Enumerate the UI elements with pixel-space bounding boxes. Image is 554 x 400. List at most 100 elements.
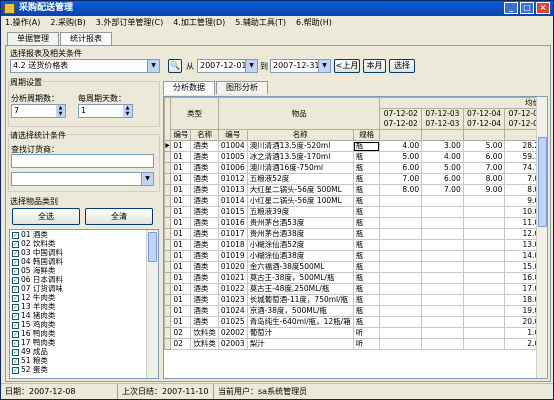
checkbox-checked-icon[interactable]: ✓ (12, 267, 19, 275)
table-cell[interactable]: 瓶 (352, 294, 381, 306)
table-cell[interactable]: 酒类 (190, 184, 219, 196)
table-cell[interactable]: 瓶 (352, 173, 381, 185)
table-row[interactable]: 01 酒类 01017 贵州茅台酒38度瓶 12.00 (164, 228, 547, 240)
table-cell[interactable]: 酒类 (190, 272, 219, 284)
table-cell[interactable]: 饮料类 (190, 327, 219, 339)
this-month-button[interactable]: 本月 (363, 59, 386, 73)
table-cell[interactable]: 梨汁 (246, 338, 354, 350)
spin-arrows-icon[interactable]: ▲ ▼ (123, 105, 132, 117)
table-cell[interactable]: 瓶 (352, 140, 381, 152)
table-cell[interactable]: 01 (170, 239, 192, 251)
table-cell[interactable]: 6.00 (421, 173, 464, 185)
chevron-down-icon[interactable]: ▼ (245, 60, 257, 72)
table-cell[interactable] (421, 294, 464, 306)
table-cell[interactable] (379, 294, 423, 306)
table-cell[interactable]: 澳川清酒13.5度-520ml (246, 140, 354, 152)
table-cell[interactable]: 长城葡萄酒-11度，750ml/瓶 (246, 294, 354, 306)
table-cell[interactable]: 01023 (217, 294, 248, 306)
table-cell[interactable] (462, 327, 506, 339)
table-cell[interactable]: 饮料类 (190, 338, 219, 350)
table-cell[interactable]: 01012 (217, 173, 248, 185)
table-row[interactable]: 01 酒类 01022 莫古王-48度,250ML/瓶瓶 17.00 (164, 283, 547, 295)
table-cell[interactable]: 01014 (217, 195, 248, 207)
table-cell[interactable] (421, 217, 464, 229)
table-cell[interactable]: 7.00 (379, 173, 423, 185)
menu-tools[interactable]: 5.辅助工具(T) (235, 16, 286, 30)
grid-scrollbar[interactable] (536, 97, 547, 378)
spin-arrows-icon[interactable]: ▲ ▼ (56, 105, 65, 117)
table-cell[interactable]: 01 (170, 272, 192, 284)
category-item[interactable]: ✓ 15 鸡肉类 (10, 320, 158, 329)
table-row[interactable]: 01酒类01014小红星二锅头-56度 100ML瓶9.00 (164, 195, 547, 207)
table-cell[interactable] (379, 217, 423, 229)
table-cell[interactable]: 01013 (217, 184, 248, 196)
table-cell[interactable]: 瓶 (352, 261, 381, 273)
checkbox-checked-icon[interactable]: ✓ (12, 276, 19, 284)
checkbox-checked-icon[interactable]: ✓ (12, 240, 19, 248)
table-cell[interactable] (421, 228, 464, 240)
table-cell[interactable]: 4.00 (421, 151, 464, 163)
table-cell[interactable]: 小糊涂仙酒38度 (246, 250, 354, 262)
close-button[interactable]: × (536, 2, 550, 14)
table-cell[interactable]: 青岛纯生-640ml/瓶，12瓶/箱 (246, 316, 354, 328)
table-cell[interactable]: 酒类 (190, 294, 219, 306)
category-item[interactable]: ✓ 16 鸭肉类 (10, 329, 158, 338)
title-bar[interactable]: 采购配送管理 _ □ × (1, 1, 553, 16)
preview-button[interactable]: 🔍 (168, 59, 182, 73)
table-cell[interactable]: 02 (170, 327, 192, 339)
table-row[interactable]: 01 酒类 01025 青岛纯生-640ml/瓶，12瓶/箱瓶 20.00 (164, 316, 547, 328)
menu-purchase[interactable]: 2.采购(B) (50, 16, 85, 30)
table-row[interactable]: 01 酒类 01021 莫古王-38度，500ML/瓶瓶 16.00 (164, 272, 547, 284)
table-cell[interactable] (421, 305, 464, 317)
table-cell[interactable]: 01 (170, 151, 192, 163)
table-cell[interactable] (421, 250, 464, 262)
category-item[interactable]: ✓ 01 酒类 (10, 230, 158, 239)
table-cell[interactable] (462, 250, 506, 262)
table-row[interactable]: 01 酒类 01006 澳川清酒16度-750ml 瓶 6.00 5.00 7.00 74.78 (164, 162, 547, 174)
category-item[interactable]: ✓ 49 成品 (10, 347, 158, 356)
table-cell[interactable] (462, 217, 506, 229)
table-cell[interactable]: 01020 (217, 261, 248, 273)
table-cell[interactable]: 01 (170, 261, 192, 273)
table-cell[interactable] (379, 283, 423, 295)
table-cell[interactable]: 京酒-38度，500ML/瓶 (246, 305, 354, 317)
table-cell[interactable]: 01 (170, 228, 192, 240)
table-cell[interactable]: 5.00 (421, 162, 464, 174)
checkbox-checked-icon[interactable]: ✓ (12, 303, 19, 311)
table-cell[interactable] (379, 338, 423, 350)
table-cell[interactable]: 酒类 (190, 206, 219, 218)
table-cell[interactable]: 01018 (217, 239, 248, 251)
table-row[interactable]: 01酒类01012五粮液52度瓶7.006.008.007.00 (164, 173, 547, 185)
table-cell[interactable]: 01021 (217, 272, 248, 284)
table-cell[interactable] (421, 272, 464, 284)
table-row[interactable]: 01 酒类 01019 小糊涂仙酒38度瓶 14.00 (164, 250, 547, 262)
category-item[interactable]: ✓ 14 猪肉类 (10, 311, 158, 320)
table-cell[interactable] (379, 327, 423, 339)
supplier-search-input[interactable] (11, 154, 154, 168)
table-cell[interactable]: 五粮液52度 (246, 173, 354, 185)
prev-month-button[interactable]: <上月 (334, 59, 360, 73)
table-cell[interactable]: 01 (170, 294, 192, 306)
table-cell[interactable] (462, 283, 506, 295)
table-cell[interactable] (462, 228, 506, 240)
table-cell[interactable] (462, 294, 506, 306)
table-row[interactable]: 01 酒类 01005 冰之清酒13.5度-170ml 瓶 5.00 4.00 6.00 59.… (164, 151, 547, 163)
table-row[interactable]: 01 酒类 01018 小糊涂仙酒52度瓶 13.00 (164, 239, 547, 251)
table-cell[interactable]: 瓶 (352, 206, 381, 218)
table-cell[interactable]: 7.00 (462, 162, 506, 174)
table-cell[interactable] (421, 239, 464, 251)
table-cell[interactable]: 瓶 (352, 217, 381, 229)
category-item[interactable]: ✓ 17 鸭肉类 (10, 338, 158, 347)
table-cell[interactable] (379, 261, 423, 273)
table-cell[interactable]: 澳川清酒16度-750ml (246, 162, 354, 174)
table-cell[interactable] (462, 261, 506, 273)
checkbox-checked-icon[interactable]: ✓ (12, 330, 19, 338)
category-scrollbar[interactable] (146, 230, 158, 378)
select-all-button[interactable]: 全选 (12, 208, 80, 225)
col-type-code[interactable]: 编号 (170, 129, 192, 141)
checkbox-checked-icon[interactable]: ✓ (12, 285, 19, 293)
table-cell[interactable]: 瓶 (352, 184, 381, 196)
checkbox-checked-icon[interactable]: ✓ (12, 366, 19, 374)
table-cell[interactable]: 01 (170, 140, 192, 152)
category-item[interactable]: ✓ 06 日本调料 (10, 275, 158, 284)
